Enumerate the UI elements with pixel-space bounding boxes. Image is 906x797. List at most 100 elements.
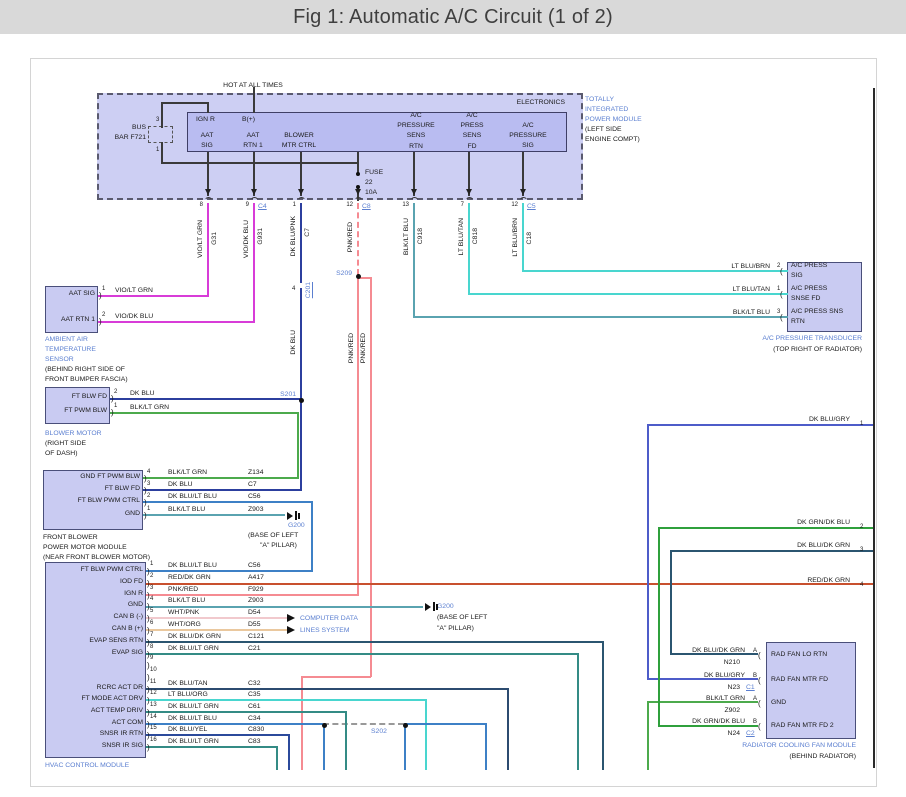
text-label: N24 bbox=[727, 730, 740, 737]
text-label: A417 bbox=[248, 574, 264, 581]
text-label: A bbox=[753, 648, 758, 654]
text-label: 1 bbox=[102, 286, 106, 292]
text-label: ( bbox=[758, 699, 761, 708]
arrow-right-icon bbox=[287, 614, 295, 622]
arrow-down-icon bbox=[465, 189, 472, 195]
text-label: (RIGHT SIDE bbox=[45, 440, 87, 447]
text-label: C7 bbox=[304, 228, 311, 237]
text-label: ELECTRONICS bbox=[516, 99, 565, 106]
wire-segment bbox=[161, 162, 358, 164]
text-label: RAD FAN MTR FD bbox=[771, 676, 829, 683]
text-label: CAN B (+) bbox=[111, 625, 143, 632]
text-label: BLK/LT BLU bbox=[168, 506, 206, 513]
text-label: 9 bbox=[245, 202, 249, 208]
text-label: AAT RTN 1 bbox=[61, 316, 95, 323]
wire-segment bbox=[413, 316, 788, 318]
text-label: PNK/RED bbox=[360, 333, 367, 364]
wire-segment bbox=[873, 88, 875, 768]
wire-segment bbox=[300, 288, 302, 491]
text-label: LT BLU/TAN bbox=[458, 218, 465, 256]
text-label: 12 bbox=[150, 690, 157, 696]
text-label: LT BLU/BRN bbox=[512, 218, 519, 257]
text-label: 15 bbox=[150, 725, 157, 731]
connector-arc-icon bbox=[203, 197, 213, 206]
text-label: 4 bbox=[860, 582, 864, 588]
text-label: GND bbox=[127, 601, 143, 608]
text-label: TOTALLY bbox=[585, 96, 615, 103]
text-label: 1 bbox=[150, 561, 154, 567]
wire-segment bbox=[647, 701, 649, 770]
text-label: LT BLU/TAN bbox=[732, 286, 770, 293]
wire-segment bbox=[207, 203, 209, 297]
text-label: "A" PILLAR) bbox=[260, 542, 297, 549]
text-label: ( bbox=[780, 267, 783, 276]
arrow-down-icon bbox=[297, 189, 304, 195]
text-label: SENSOR bbox=[45, 356, 74, 363]
text-label: VIO/LT GRN bbox=[115, 287, 153, 294]
text-label: 2 bbox=[150, 573, 154, 579]
text-label: 1 bbox=[860, 421, 864, 427]
arrow-right-icon bbox=[287, 626, 295, 634]
text-label: TEMPERATURE bbox=[45, 346, 96, 353]
text-label: F929 bbox=[248, 586, 264, 593]
text-label: SNSR IR RTN bbox=[99, 730, 143, 737]
text-label: AAT SIG bbox=[200, 132, 214, 150]
text-label: 13 bbox=[402, 202, 409, 208]
text-label: 5 bbox=[150, 608, 154, 614]
diagram-canvas: HOT AT ALL TIMES ELECTRONICS IGN R B(+) AAT … bbox=[0, 0, 906, 797]
text-label: C1 bbox=[746, 684, 755, 691]
text-label: Z903 bbox=[248, 597, 264, 604]
wire-segment bbox=[413, 203, 415, 318]
text-label: BLK/LT GRN bbox=[705, 695, 745, 702]
connector-arc-icon bbox=[296, 197, 306, 206]
text-label: A/C PRESSURE SENS RTN bbox=[397, 112, 435, 150]
text-label: 3 bbox=[860, 547, 864, 553]
text-label: DK BLU/LT BLU bbox=[168, 562, 217, 569]
connector-arc-icon bbox=[409, 197, 419, 206]
text-label: DK BLU/LT GRN bbox=[168, 703, 219, 710]
text-label: N210 bbox=[723, 659, 740, 666]
splice-dot bbox=[356, 172, 360, 176]
wire-segment bbox=[507, 688, 509, 770]
text-label: C83 bbox=[248, 738, 261, 745]
text-label: ENGINE COMPT) bbox=[585, 136, 640, 143]
text-label: (NEAR FRONT BLOWER MOTOR) bbox=[43, 554, 150, 561]
text-label: 12 bbox=[346, 202, 353, 208]
text-label: BLOWER MOTOR bbox=[45, 430, 102, 437]
text-label: LT BLU/BRN bbox=[731, 263, 770, 270]
wire-segment bbox=[602, 641, 604, 770]
text-label: IGN R bbox=[124, 590, 143, 597]
text-label: 12 bbox=[511, 202, 518, 208]
text-label: PNK/RED bbox=[168, 586, 199, 593]
text-label: GND FT PWM BLW bbox=[80, 473, 140, 480]
text-label: 11 bbox=[150, 679, 157, 685]
text-label: 4 bbox=[147, 469, 151, 475]
text-label: A/C PRESSURE TRANSDUCER bbox=[762, 335, 862, 342]
wire-segment bbox=[345, 711, 347, 770]
text-label: D54 bbox=[248, 609, 261, 616]
wire-segment bbox=[670, 550, 672, 653]
text-label: G200 bbox=[437, 603, 454, 610]
text-label: SNSR IR SIG bbox=[101, 742, 143, 749]
text-label: 2 bbox=[147, 493, 151, 499]
text-label: C21 bbox=[248, 645, 261, 652]
text-label: RED/DK GRN bbox=[168, 574, 211, 581]
text-label: BLK/LT BLU bbox=[403, 218, 410, 256]
text-label: LINES SYSTEM bbox=[300, 627, 350, 634]
text-label: 7 bbox=[150, 632, 154, 638]
ground-symbol-icon bbox=[287, 511, 300, 520]
text-label: 14 bbox=[150, 714, 157, 720]
text-label: G931 bbox=[257, 228, 264, 245]
text-label: POWER MOTOR MODULE bbox=[43, 544, 127, 551]
text-label: VIO/DK BLU bbox=[243, 220, 250, 259]
splice-dot bbox=[321, 722, 327, 728]
text-label: G31 bbox=[211, 232, 218, 245]
text-label: A/C PRESS SNSE FD bbox=[791, 285, 828, 303]
wire-segment bbox=[404, 723, 486, 725]
text-label: ( bbox=[758, 722, 761, 731]
text-label: FT PWM BLW bbox=[64, 407, 107, 414]
text-label: DK BLU/GRY bbox=[808, 416, 850, 423]
wire-segment bbox=[404, 723, 406, 770]
text-label: DK GRN/DK BLU bbox=[797, 519, 850, 526]
text-label: AAT SIG bbox=[68, 290, 95, 297]
